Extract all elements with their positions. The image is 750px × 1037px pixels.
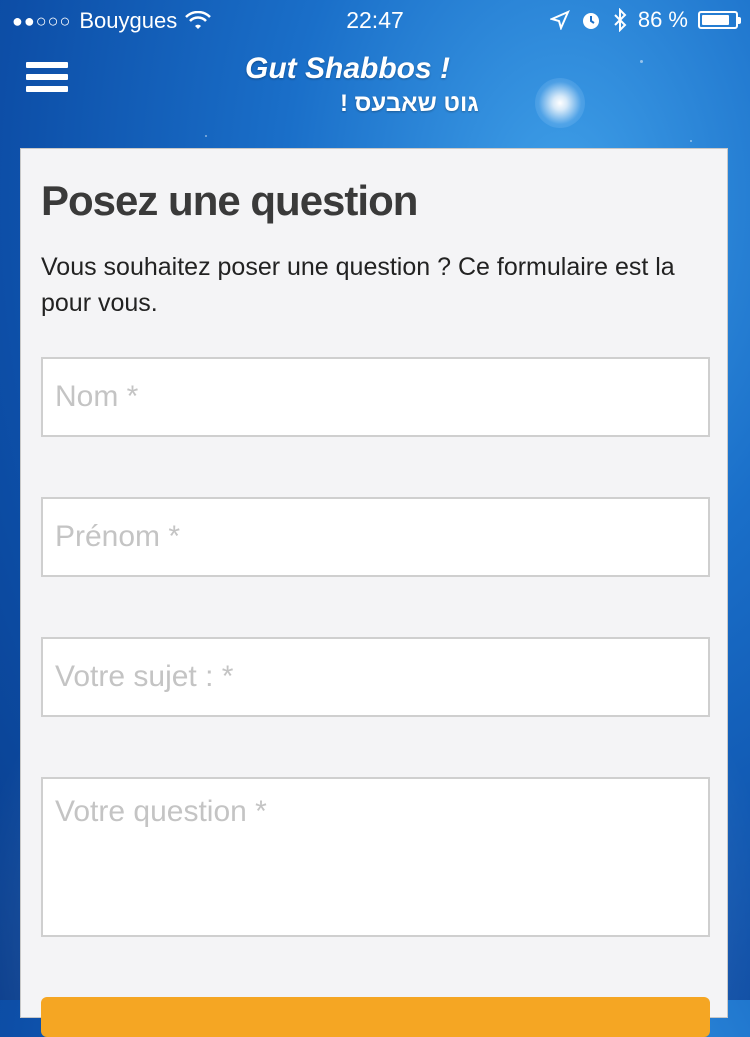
battery-fill [702, 15, 729, 25]
logo-hebrew-title: גוט שאבעס ! [340, 90, 479, 117]
hamburger-menu-button[interactable] [26, 62, 68, 100]
status-right: 86 % [549, 7, 741, 33]
form-title: Posez une question [41, 177, 418, 224]
alarm-clock-icon [582, 13, 599, 29]
lens-flare [535, 78, 585, 128]
battery-icon [698, 11, 741, 29]
sujet-input[interactable] [41, 637, 710, 717]
menu-bar-line [26, 86, 68, 92]
prenom-input[interactable] [41, 497, 710, 577]
question-textarea[interactable] [41, 777, 710, 937]
form-intro-text: Vous souhaitez poser une question ? Ce f… [41, 253, 675, 317]
battery-percent: 86 % [637, 7, 688, 32]
star-decoration [205, 135, 207, 137]
location-arrow-icon [549, 10, 570, 30]
question-form-card: Posez une question Vous souhaitez poser … [20, 148, 728, 1037]
star-decoration [640, 60, 643, 63]
submit-button[interactable] [41, 997, 710, 1037]
app-logo: Gut Shabbos ! גוט שאבעס ! [240, 52, 540, 122]
nom-input[interactable] [41, 357, 710, 437]
bluetooth-icon [614, 8, 627, 32]
logo-title: Gut Shabbos ! [245, 52, 450, 85]
menu-bar-line [26, 62, 68, 68]
star-decoration [690, 140, 692, 142]
status-bar: ●●○○○ Bouygues 22:47 86 % [0, 0, 750, 40]
menu-bar-line [26, 74, 68, 80]
